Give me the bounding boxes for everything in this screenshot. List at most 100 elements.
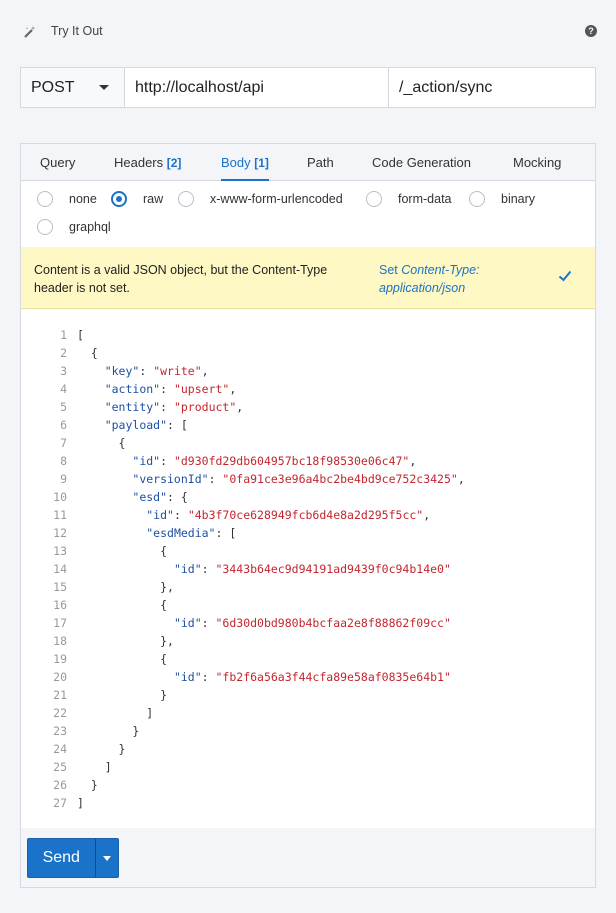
- code-line: 19 {: [21, 650, 595, 668]
- radio-circle: [366, 191, 382, 207]
- tab-body[interactable]: Body [1]: [221, 155, 269, 181]
- radio-circle: [178, 191, 194, 207]
- path-input[interactable]: /_action/sync: [389, 68, 595, 107]
- radio-x-www-form-urlencoded[interactable]: x-www-form-urlencoded: [178, 191, 343, 207]
- code-line: 20 "id": "fb2f6a56a3f44cfa89e58af0835e64…: [21, 668, 595, 686]
- tab-query[interactable]: Query: [40, 155, 75, 170]
- line-number: 12: [53, 526, 67, 540]
- tab-mocking[interactable]: Mocking: [513, 155, 561, 170]
- caret-down-icon[interactable]: [94, 839, 119, 877]
- line-number: 22: [53, 706, 67, 720]
- line-number: 11: [53, 508, 67, 522]
- line-number: 24: [53, 742, 67, 756]
- line-number: 2: [60, 346, 67, 360]
- line-number: 4: [60, 382, 67, 396]
- checkmark-icon[interactable]: [558, 269, 572, 283]
- line-number: 27: [53, 796, 67, 810]
- code-text: {: [77, 544, 168, 558]
- radio-circle: [469, 191, 485, 207]
- request-panel: Query Headers [2] Body [1] Path Code Gen…: [20, 143, 596, 888]
- method-select[interactable]: POST: [21, 68, 125, 107]
- tab-count-badge: [1]: [254, 156, 269, 170]
- code-text: {: [77, 652, 168, 666]
- line-number: 13: [53, 544, 67, 558]
- code-line: 25 ]: [21, 758, 595, 776]
- line-number: 23: [53, 724, 67, 738]
- code-line: 16 {: [21, 596, 595, 614]
- code-line: 23 }: [21, 722, 595, 740]
- request-tabs: Query Headers [2] Body [1] Path Code Gen…: [21, 144, 595, 181]
- code-text: "payload": [: [104, 418, 188, 432]
- code-text: "esdMedia": [: [146, 526, 237, 540]
- line-number: 18: [53, 634, 67, 648]
- code-line: 14 "id": "3443b64ec9d94191ad9439f0c94b14…: [21, 560, 595, 578]
- radio-raw[interactable]: raw: [111, 191, 163, 207]
- line-number: 14: [53, 562, 67, 576]
- radio-none[interactable]: none: [37, 191, 97, 207]
- code-line: 9 "versionId": "0fa91ce3e96a4bc2be4bd9ce…: [21, 470, 595, 488]
- request-url-bar: POST http://localhost/api /_action/sync: [20, 67, 596, 108]
- code-text: {: [77, 346, 98, 360]
- method-value: POST: [31, 79, 75, 96]
- request-footer: Send: [21, 828, 595, 887]
- radio-form-data[interactable]: form-data: [366, 191, 452, 207]
- content-type-notice: Content is a valid JSON object, but the …: [21, 247, 595, 309]
- code-line: 3 "key": "write",: [21, 362, 595, 380]
- code-text: ]: [77, 760, 112, 774]
- json-body-editor[interactable]: 1[2 {3 "key": "write", 4 "action": "upser…: [21, 310, 595, 828]
- line-number: 7: [60, 436, 67, 450]
- line-number: 16: [53, 598, 67, 612]
- code-line: 18 },: [21, 632, 595, 650]
- set-content-type-link[interactable]: Set Content-Type: application/json: [379, 261, 519, 297]
- code-text: [: [77, 328, 84, 342]
- code-text: },: [77, 634, 174, 648]
- code-line: 10 "esd": {: [21, 488, 595, 506]
- radio-graphql[interactable]: graphql: [37, 219, 111, 235]
- line-number: 25: [53, 760, 67, 774]
- line-number: 10: [53, 490, 67, 504]
- page-title: Try It Out: [51, 24, 103, 38]
- code-line: 24 }: [21, 740, 595, 758]
- tab-path[interactable]: Path: [307, 155, 334, 170]
- code-text: "key": "write",: [104, 364, 209, 378]
- line-number: 8: [60, 454, 67, 468]
- tab-count-badge: [2]: [166, 156, 182, 170]
- code-text: }: [77, 742, 126, 756]
- tab-code-generation[interactable]: Code Generation: [372, 155, 471, 170]
- code-line: 13 {: [21, 542, 595, 560]
- radio-binary[interactable]: binary: [469, 191, 535, 207]
- tab-headers[interactable]: Headers [2]: [114, 155, 181, 170]
- line-number: 6: [60, 418, 67, 432]
- base-url-input[interactable]: http://localhost/api: [125, 68, 389, 107]
- line-number: 21: [53, 688, 67, 702]
- code-text: "entity": "product",: [104, 400, 244, 414]
- code-line: 15 },: [21, 578, 595, 596]
- code-line: 12 "esdMedia": [: [21, 524, 595, 542]
- code-text: },: [77, 580, 174, 594]
- code-text: "esd": {: [132, 490, 188, 504]
- send-button[interactable]: Send: [28, 839, 95, 877]
- code-text: {: [77, 436, 126, 450]
- code-line: 2 {: [21, 344, 595, 362]
- code-text: "versionId": "0fa91ce3e96a4bc2be4bd9ce75…: [132, 472, 465, 486]
- help-icon[interactable]: ?: [585, 25, 597, 37]
- line-number: 19: [53, 652, 67, 666]
- radio-circle-selected: [111, 191, 127, 207]
- body-type-options: none raw x-www-form-urlencoded form-data…: [21, 181, 595, 247]
- magic-wand-icon: [24, 26, 36, 38]
- code-line: 21 }: [21, 686, 595, 704]
- code-line: 7 {: [21, 434, 595, 452]
- line-number: 3: [60, 364, 67, 378]
- code-line: 26 }: [21, 776, 595, 794]
- line-number: 17: [53, 616, 67, 630]
- code-line: 17 "id": "6d30d0bd980b4bcfaa2e8f88862f09…: [21, 614, 595, 632]
- code-line: 22 ]: [21, 704, 595, 722]
- notice-message: Content is a valid JSON object, but the …: [34, 263, 328, 295]
- code-line: 11 "id": "4b3f70ce628949fcb6d4e8a2d295f5…: [21, 506, 595, 524]
- code-text: "id": "4b3f70ce628949fcb6d4e8a2d295f5cc"…: [146, 508, 431, 522]
- code-line: 5 "entity": "product",: [21, 398, 595, 416]
- code-line: 27]: [21, 794, 595, 812]
- code-text: "id": "d930fd29db604957bc18f98530e06c47"…: [132, 454, 417, 468]
- code-text: ]: [77, 706, 154, 720]
- code-text: ]: [77, 796, 84, 810]
